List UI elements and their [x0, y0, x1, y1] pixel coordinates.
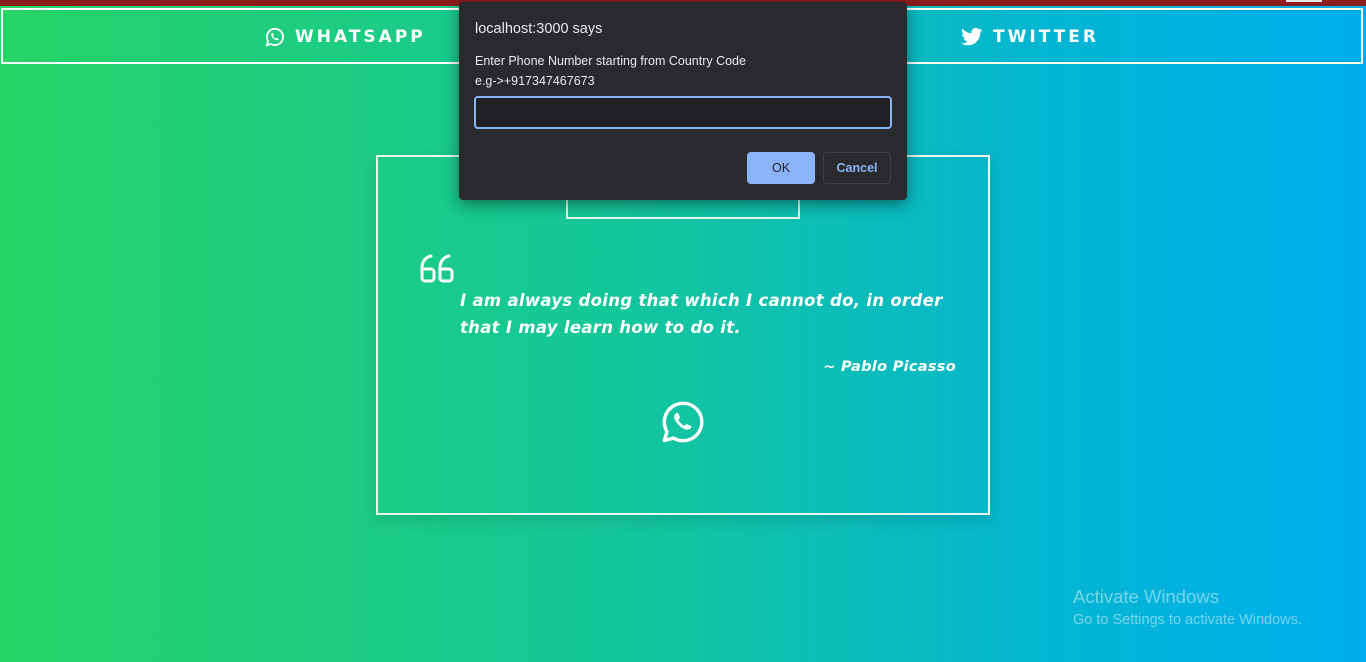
quote-text: I am always doing that which I cannot do… [460, 291, 943, 337]
twitter-nav-link[interactable]: TWITTER [961, 10, 1099, 64]
watermark-title: Activate Windows [1073, 586, 1219, 607]
dialog-message: Enter Phone Number starting from Country… [475, 51, 746, 91]
quote-author: ~ Pablo Picasso [823, 359, 956, 375]
quote-open-icon [420, 254, 454, 283]
ok-button[interactable]: OK [747, 152, 815, 184]
activate-windows-watermark: Activate Windows Go to Settings to activ… [1073, 586, 1302, 628]
phone-number-input[interactable] [474, 96, 892, 129]
dialog-message-example: e.g->+917347467673 [475, 74, 595, 88]
whatsapp-icon [265, 27, 284, 47]
cancel-button[interactable]: Cancel [823, 152, 891, 184]
whatsapp-nav-label: WHATSAPP [295, 27, 426, 47]
whatsapp-share-button[interactable] [660, 399, 706, 445]
watermark-subtitle: Go to Settings to activate Windows. [1073, 612, 1302, 628]
twitter-icon [961, 28, 983, 46]
browser-tab-indicator [1286, 0, 1322, 2]
prompt-dialog: localhost:3000 says Enter Phone Number s… [459, 2, 907, 200]
twitter-nav-label: TWITTER [993, 27, 1099, 47]
dialog-message-line: Enter Phone Number starting from Country… [475, 54, 746, 68]
whatsapp-nav-link[interactable]: WHATSAPP [265, 10, 426, 64]
dialog-title: localhost:3000 says [475, 21, 603, 37]
